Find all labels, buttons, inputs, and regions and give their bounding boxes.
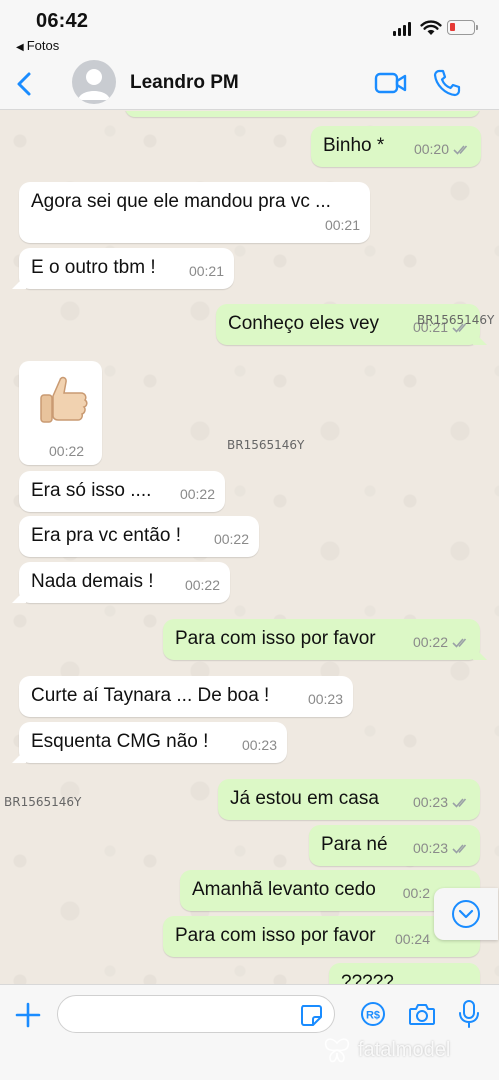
message-text: Para com isso por favor bbox=[175, 925, 376, 946]
message-bubble-outgoing[interactable]: Para com isso por favor 00:24 bbox=[163, 916, 480, 957]
message-time: 00:23 bbox=[241, 737, 277, 753]
message-time: 00:22 bbox=[213, 531, 249, 547]
message-text: ????? bbox=[341, 972, 394, 984]
message-text: E o outro tbm ! bbox=[31, 257, 156, 278]
scroll-to-bottom-button[interactable] bbox=[434, 888, 498, 940]
message-text: Agora sei que ele mandou pra vc ... bbox=[31, 191, 331, 212]
avatar[interactable] bbox=[72, 60, 116, 104]
signal-icon bbox=[393, 22, 413, 36]
microphone-icon[interactable] bbox=[458, 999, 480, 1029]
thumbs-up-icon bbox=[40, 376, 88, 423]
chat-header: Leandro PM bbox=[0, 58, 499, 110]
camera-icon[interactable] bbox=[408, 1001, 436, 1027]
message-bubble-incoming[interactable]: Era pra vc então ! 00:22 bbox=[19, 516, 259, 557]
message-text: Curte aí Taynara ... De boa ! bbox=[31, 685, 270, 706]
chevron-down-icon bbox=[452, 900, 480, 928]
back-triangle-icon: ◀ bbox=[16, 42, 24, 53]
message-bubble-incoming[interactable]: Agora sei que ele mandou pra vc ... 00:2… bbox=[19, 182, 370, 243]
payment-icon[interactable]: R$ bbox=[360, 1001, 386, 1027]
message-bubble-incoming[interactable]: Era só isso .... 00:22 bbox=[19, 471, 225, 512]
watermark-code: BR1565146Y bbox=[227, 438, 305, 452]
battery-icon bbox=[447, 20, 478, 35]
message-input[interactable] bbox=[57, 995, 335, 1033]
double-check-icon bbox=[452, 797, 467, 808]
message-bubble-incoming[interactable]: Curte aí Taynara ... De boa ! 00:23 bbox=[19, 676, 353, 717]
brand-watermark: fatalmodel bbox=[322, 1035, 450, 1065]
watermark-code: BR1565146Y bbox=[417, 313, 495, 327]
brand-watermark-text: fatalmodel bbox=[358, 1038, 451, 1061]
message-time: 00:24 bbox=[394, 931, 430, 947]
message-text: Era pra vc então ! bbox=[31, 525, 181, 546]
double-check-icon bbox=[452, 843, 467, 854]
back-to-app-link[interactable]: ◀ Fotos bbox=[16, 38, 59, 53]
message-text: Já estou em casa bbox=[230, 788, 379, 809]
double-check-icon bbox=[452, 637, 467, 648]
message-bubble-outgoing[interactable]: ????? bbox=[329, 963, 480, 984]
wifi-icon bbox=[420, 20, 442, 35]
default-avatar-icon bbox=[78, 69, 110, 100]
message-text: Nada demais ! bbox=[31, 571, 154, 592]
message-text: Amanhã levanto cedo bbox=[192, 879, 376, 900]
message-bubble-incoming[interactable]: Nada demais ! 00:22 bbox=[19, 562, 230, 603]
sticker-icon[interactable] bbox=[299, 1003, 323, 1027]
video-call-icon[interactable] bbox=[374, 70, 408, 96]
double-check-icon bbox=[453, 144, 468, 155]
svg-text:R$: R$ bbox=[366, 1010, 380, 1022]
message-text: Esquenta CMG não ! bbox=[31, 731, 209, 752]
message-time: 00:2 bbox=[402, 885, 430, 901]
message-text: Conheço eles vey bbox=[228, 313, 380, 334]
message-text: Para né bbox=[321, 834, 388, 855]
status-bar: 06:42 ◀ Fotos bbox=[0, 0, 499, 58]
message-time: 00:21 bbox=[324, 217, 360, 233]
message-time: 00:21 bbox=[188, 263, 224, 279]
message-bubble-outgoing[interactable]: Para né 00:23 bbox=[309, 825, 480, 866]
phone-icon[interactable] bbox=[432, 68, 462, 98]
composer-bar: R$ fatalmodel bbox=[0, 984, 499, 1080]
contact-name[interactable]: Leandro PM bbox=[130, 72, 239, 94]
message-bubble-outgoing[interactable]: Já estou em casa 00:23 bbox=[218, 779, 480, 820]
sticker-message[interactable]: 00:22 bbox=[19, 361, 102, 465]
back-chevron-icon[interactable] bbox=[10, 68, 38, 100]
watermark-code: BR1565146Y bbox=[4, 795, 82, 809]
message-bubble-outgoing[interactable]: Para com isso por favor 00:22 bbox=[163, 619, 480, 660]
message-text: Era só isso .... bbox=[31, 480, 152, 501]
message-time: 00:20 bbox=[413, 141, 449, 157]
message-bubble-incoming[interactable]: E o outro tbm ! 00:21 bbox=[19, 248, 234, 289]
message-text: Para com isso por favor bbox=[175, 628, 376, 649]
message-time: 00:22 bbox=[412, 634, 448, 650]
message-bubble-partial[interactable] bbox=[125, 111, 480, 117]
message-time: 00:22 bbox=[184, 577, 220, 593]
message-bubble-incoming[interactable]: Esquenta CMG não ! 00:23 bbox=[19, 722, 287, 763]
message-bubble-outgoing[interactable]: Binho * 00:20 bbox=[311, 126, 481, 167]
butterfly-logo-icon bbox=[324, 1038, 350, 1063]
message-text: Binho * bbox=[323, 135, 385, 156]
plus-icon[interactable] bbox=[14, 1001, 42, 1029]
message-time: 00:23 bbox=[412, 794, 448, 810]
message-time: 00:23 bbox=[412, 840, 448, 856]
message-list[interactable]: Binho * 00:20 Agora sei que ele mandou p… bbox=[0, 111, 499, 984]
message-time: 00:22 bbox=[179, 486, 215, 502]
message-time: 00:22 bbox=[49, 443, 85, 459]
status-time: 06:42 bbox=[36, 10, 89, 32]
message-time: 00:23 bbox=[307, 691, 343, 707]
back-app-label: Fotos bbox=[26, 38, 60, 53]
